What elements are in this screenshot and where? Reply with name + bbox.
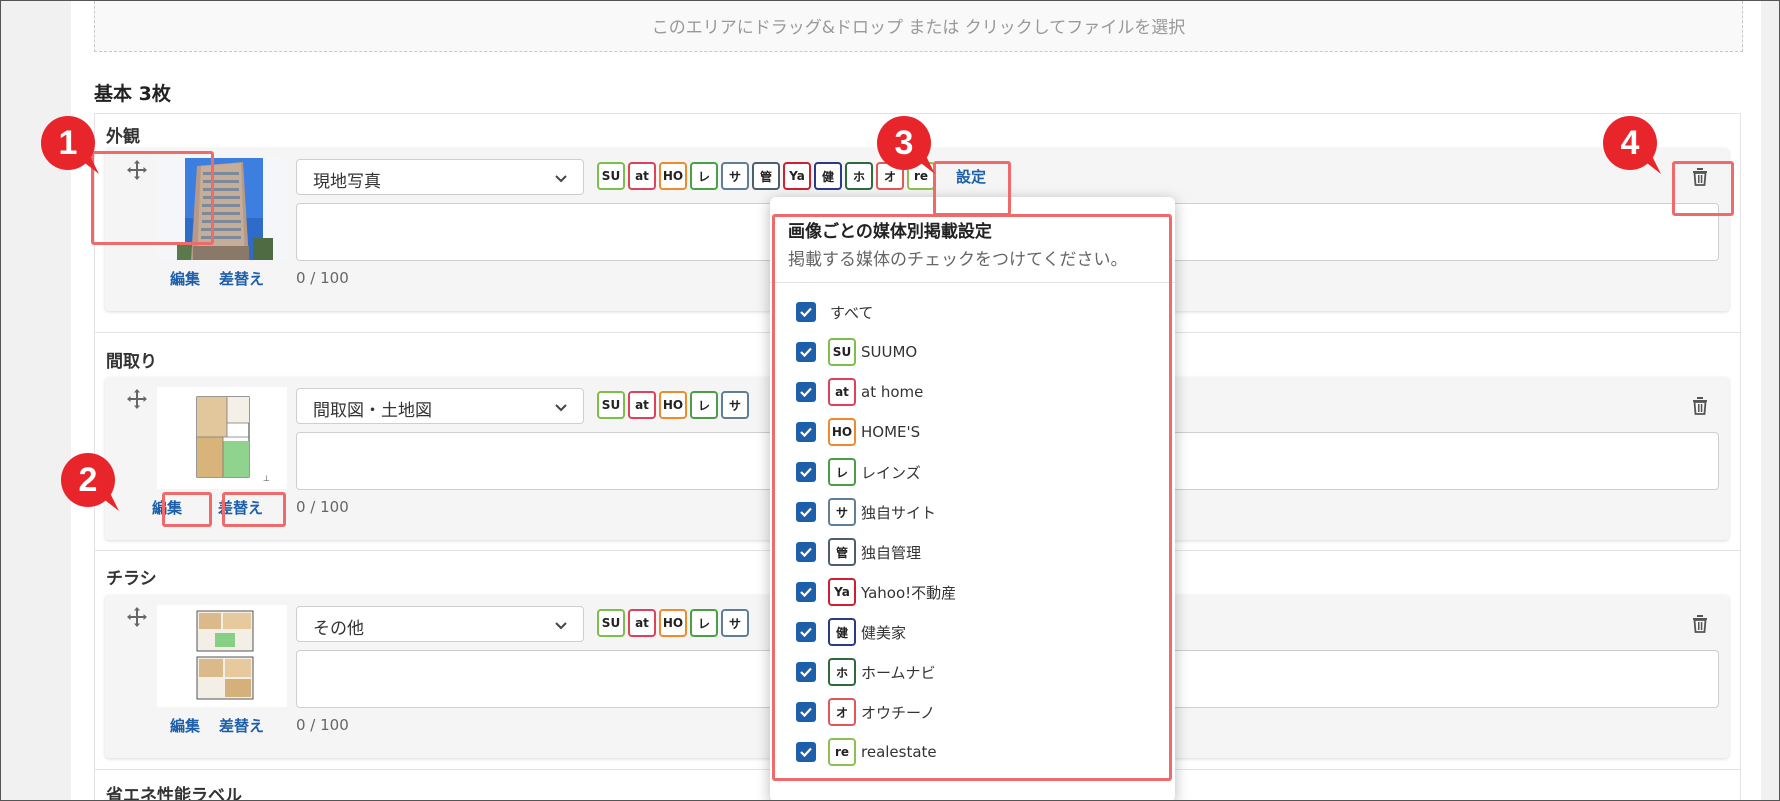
drag-handle-icon[interactable] [125, 605, 149, 629]
replace-link[interactable]: 差替え [219, 268, 264, 289]
edit-link[interactable]: 編集 [170, 715, 200, 736]
step-marker-number: 1 [58, 124, 78, 162]
media-badge-own-management: 管 [752, 162, 780, 190]
media-badge-suumo: SU [597, 391, 625, 419]
category-select-value: 現地写真 [313, 172, 381, 192]
category-select[interactable]: 現地写真 [296, 159, 584, 195]
trash-icon[interactable] [1689, 394, 1711, 416]
group-label-flyer: チラシ [106, 569, 157, 589]
highlight-box-settings [933, 161, 1011, 216]
floorplan-image: ⊥ [157, 387, 287, 489]
flyer-floorplan-image [157, 605, 287, 707]
replace-link[interactable]: 差替え [219, 715, 264, 736]
media-badge-reins: レ [690, 391, 718, 419]
highlight-box-popover [772, 214, 1172, 781]
media-badges: SU at HO レ サ [597, 609, 749, 639]
media-badge-athome: at [628, 609, 656, 637]
char-counter: 0 / 100 [296, 716, 349, 734]
media-badge-own-site: サ [721, 391, 749, 419]
svg-text:⊥: ⊥ [263, 474, 270, 483]
group-label-exterior: 外観 [106, 127, 140, 147]
highlight-box-replace [222, 492, 286, 527]
media-badge-reins: レ [690, 609, 718, 637]
edit-link[interactable]: 編集 [170, 268, 200, 289]
category-select[interactable]: その他 [296, 606, 584, 642]
dropzone-text: このエリアにドラッグ&ドロップ または クリックしてファイルを選択 [651, 18, 1186, 38]
trash-icon[interactable] [1689, 612, 1711, 634]
category-select[interactable]: 間取図・土地図 [296, 388, 584, 424]
media-badge-kenbiya: 健 [814, 162, 842, 190]
media-badges: SU at HO レ サ [597, 391, 749, 421]
media-badge-athome: at [628, 162, 656, 190]
media-badge-homes: HO [659, 391, 687, 419]
media-badge-own-site: サ [721, 162, 749, 190]
drag-handle-icon[interactable] [125, 387, 149, 411]
media-badge-homes: HO [659, 609, 687, 637]
media-badge-suumo: SU [597, 609, 625, 637]
media-badge-homes: HO [659, 162, 687, 190]
step-marker-number: 4 [1620, 124, 1640, 162]
highlight-box-edit [162, 492, 212, 527]
step-marker-3: 3 [877, 116, 935, 174]
page-frame: このエリアにドラッグ&ドロップ または クリックしてファイルを選択 基本 3枚 … [0, 0, 1780, 801]
char-counter: 0 / 100 [296, 269, 349, 287]
media-badge-homenavi: ホ [845, 162, 873, 190]
group-label-floorplan: 間取り [106, 352, 157, 372]
media-badge-own-site: サ [721, 609, 749, 637]
media-badge-suumo: SU [597, 162, 625, 190]
step-marker-number: 3 [894, 124, 914, 162]
highlight-box-trash [1672, 161, 1734, 216]
step-marker-2: 2 [61, 453, 119, 511]
group-label-energy: 省エネ性能ラベル [106, 786, 242, 801]
file-dropzone[interactable]: このエリアにドラッグ&ドロップ または クリックしてファイルを選択 [94, 1, 1743, 52]
media-badge-reins: レ [690, 162, 718, 190]
chevron-down-icon [555, 175, 567, 183]
floorplan-thumbnail: ⊥ [157, 387, 287, 489]
category-select-value: 間取図・土地図 [313, 401, 432, 421]
section-title: 基本 3枚 [94, 83, 171, 105]
flyer-thumbnail [157, 605, 287, 707]
chevron-down-icon [555, 622, 567, 630]
media-badge-yahoo: Ya [783, 162, 811, 190]
step-marker-1: 1 [41, 116, 99, 174]
step-marker-4: 4 [1603, 116, 1661, 174]
media-badge-athome: at [628, 391, 656, 419]
right-gutter [1761, 1, 1779, 800]
step-marker-number: 2 [78, 461, 98, 499]
char-counter: 0 / 100 [296, 498, 349, 516]
highlight-box-drag-handle [91, 151, 214, 245]
chevron-down-icon [555, 404, 567, 412]
category-select-value: その他 [313, 619, 364, 639]
